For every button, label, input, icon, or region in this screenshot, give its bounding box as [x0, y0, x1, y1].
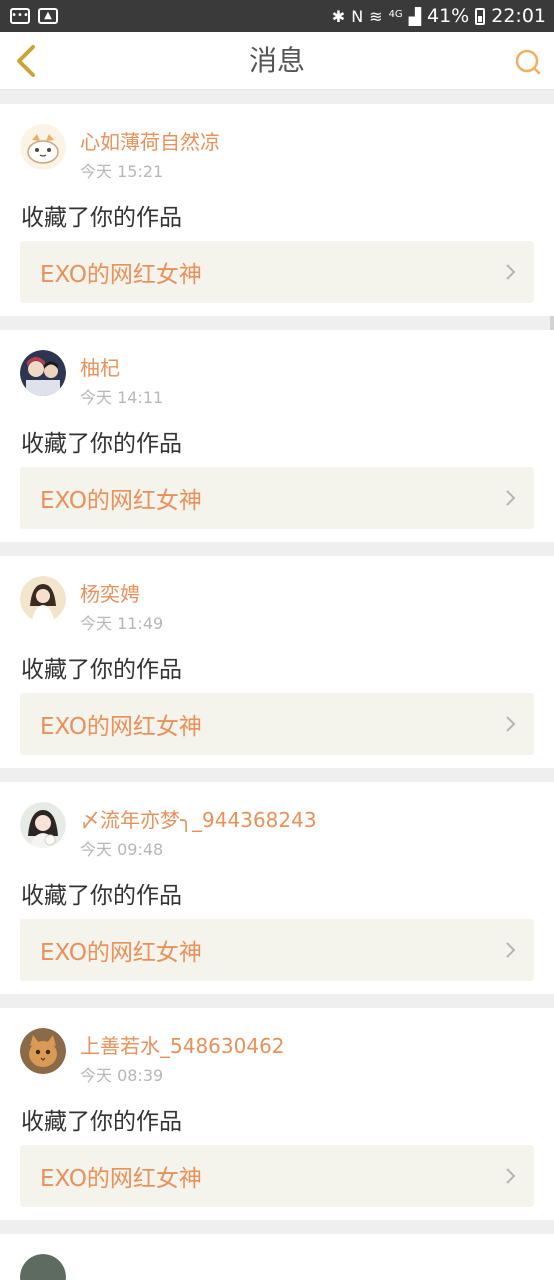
message-list: 心如薄荷自然凉 今天 15:21 收藏了你的作品 EXO的网红女神 柚杞 今天 …: [0, 90, 554, 1280]
user-name[interactable]: 杨奕娉: [80, 578, 140, 607]
avatar[interactable]: [20, 576, 66, 622]
action-text: 收藏了你的作品: [21, 657, 182, 683]
bluetooth-icon: ✱: [331, 6, 346, 26]
action-text: 收藏了你的作品: [21, 431, 182, 457]
message-time: 今天 08:39: [80, 1066, 164, 1085]
page-title: 消息: [248, 44, 305, 77]
header: 消息: [0, 32, 554, 90]
message-card[interactable]: 柚杞 今天 14:11 收藏了你的作品 EXO的网红女神: [0, 330, 554, 542]
signal-icon: ▟: [408, 6, 421, 26]
work-link[interactable]: EXO的网红女神: [20, 467, 534, 529]
work-link[interactable]: EXO的网红女神: [20, 1145, 534, 1207]
action-text: 收藏了你的作品: [21, 883, 182, 909]
avatar[interactable]: [20, 1254, 66, 1280]
clock: 22:01: [491, 5, 546, 27]
message-card[interactable]: 〆流年亦梦╮_944368243 今天 09:48 收藏了你的作品 EXO的网红…: [0, 782, 554, 994]
message-card[interactable]: 心如薄荷自然凉 今天 15:21 收藏了你的作品 EXO的网红女神: [0, 104, 554, 316]
image-notification-icon: ▲: [38, 8, 58, 24]
message-card[interactable]: [0, 1234, 554, 1280]
work-title: EXO的网红女神: [40, 1166, 202, 1192]
work-title: EXO的网红女神: [40, 488, 202, 514]
work-title: EXO的网红女神: [40, 714, 202, 740]
work-title: EXO的网红女神: [40, 940, 202, 966]
chevron-right-icon: [506, 716, 516, 732]
chevron-right-icon: [506, 490, 516, 506]
chevron-right-icon: [506, 942, 516, 958]
message-card[interactable]: 上善若水_548630462 今天 08:39 收藏了你的作品 EXO的网红女神: [0, 1008, 554, 1220]
network-type: 4G: [388, 9, 403, 20]
chevron-right-icon: [506, 1168, 516, 1184]
work-link[interactable]: EXO的网红女神: [20, 693, 534, 755]
work-title: EXO的网红女神: [40, 262, 202, 288]
nfc-icon: N: [351, 6, 364, 26]
wifi-icon: ≋: [369, 6, 383, 26]
chat-notification-icon: •••: [10, 8, 30, 24]
work-link[interactable]: EXO的网红女神: [20, 919, 534, 981]
message-time: 今天 09:48: [80, 840, 164, 859]
message-time: 今天 11:49: [80, 614, 164, 633]
avatar[interactable]: [20, 124, 66, 170]
user-name[interactable]: 上善若水_548630462: [80, 1030, 285, 1059]
search-icon: [515, 49, 541, 75]
search-button[interactable]: [512, 46, 544, 78]
work-link[interactable]: EXO的网红女神: [20, 241, 534, 303]
action-text: 收藏了你的作品: [21, 1109, 182, 1135]
user-name[interactable]: 〆流年亦梦╮_944368243: [80, 804, 317, 833]
battery-icon: [475, 7, 486, 25]
status-bar: ••• ▲ ✱ N ≋ 4G ▟ 41% 22:01: [0, 0, 554, 32]
message-time: 今天 15:21: [80, 162, 164, 181]
battery-percent: 41%: [427, 5, 470, 27]
avatar[interactable]: [20, 1028, 66, 1074]
avatar[interactable]: [20, 802, 66, 848]
user-name[interactable]: 柚杞: [80, 352, 120, 381]
action-text: 收藏了你的作品: [21, 205, 182, 231]
chevron-right-icon: [506, 264, 516, 280]
avatar[interactable]: [20, 350, 66, 396]
user-name[interactable]: 心如薄荷自然凉: [80, 126, 220, 155]
message-time: 今天 14:11: [80, 388, 164, 407]
message-card[interactable]: 杨奕娉 今天 11:49 收藏了你的作品 EXO的网红女神: [0, 556, 554, 768]
